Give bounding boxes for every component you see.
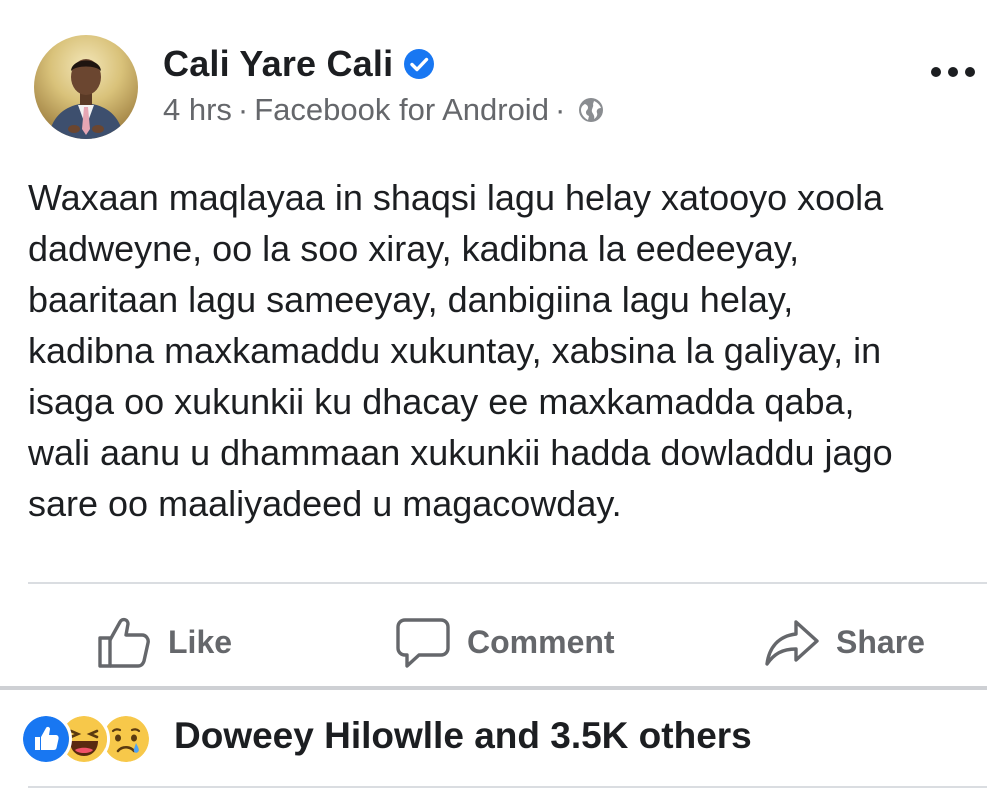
verified-badge-icon: [404, 49, 435, 79]
comment-bubble-icon: [396, 618, 450, 668]
share-label: Share: [836, 623, 925, 660]
share-button[interactable]: Share: [764, 598, 925, 686]
bottom-divider: [28, 786, 987, 788]
reactions-summary-text: Doweey Hilowlle and 3.5K others: [174, 715, 752, 756]
share-arrow-icon: [765, 620, 819, 666]
thumbs-up-icon: [98, 617, 150, 668]
comment-label: Comment: [467, 623, 615, 660]
post-meta: 4 hrs · Facebook for Android ·: [163, 90, 605, 130]
more-options-icon[interactable]: [928, 60, 978, 84]
like-icon: [20, 713, 72, 765]
section-separator: [0, 686, 987, 690]
post-header: Cali Yare Cali 4 hrs · Facebook for Andr…: [0, 0, 987, 150]
meta-separator: ·: [237, 92, 249, 127]
post-time[interactable]: 4 hrs: [163, 92, 232, 128]
reactions-summary[interactable]: Doweey Hilowlle and 3.5K others: [20, 708, 752, 765]
avatar-image: [48, 59, 124, 139]
post-actions-bar: Like Comment Share: [0, 598, 987, 686]
comment-button[interactable]: Comment: [395, 598, 615, 686]
reaction-icons: [20, 710, 170, 765]
author-name[interactable]: Cali Yare Cali: [163, 43, 393, 85]
author-name-row: Cali Yare Cali: [163, 42, 435, 86]
post-body-text: Waxaan maqlayaa in shaqsi lagu helay xat…: [28, 177, 893, 524]
meta-separator: ·: [554, 92, 566, 127]
author-avatar[interactable]: [34, 35, 138, 139]
actions-top-divider: [28, 582, 987, 584]
like-button[interactable]: Like: [96, 598, 232, 686]
like-label: Like: [168, 623, 233, 660]
globe-icon[interactable]: [577, 96, 605, 124]
post-source: Facebook for Android: [254, 92, 549, 127]
